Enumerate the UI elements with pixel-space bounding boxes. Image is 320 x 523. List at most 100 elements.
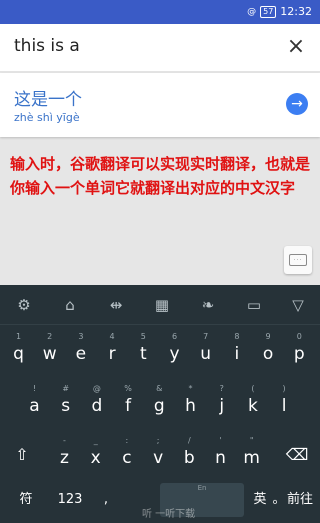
- key-k[interactable]: (k: [238, 381, 267, 425]
- keyboard-toolbar: ⚙ ⌂ ⇹ ▦ ❧ ▭ ▽: [0, 285, 320, 325]
- key-x[interactable]: _ x: [81, 433, 110, 477]
- status-icons: @ 57 12:32: [247, 5, 312, 19]
- key-sub-label: %: [124, 384, 132, 393]
- key-label: t: [139, 344, 147, 364]
- clock: 12:32: [280, 5, 312, 18]
- key-label: c: [122, 448, 132, 468]
- key-sub-label: -: [63, 436, 66, 445]
- key-o[interactable]: 9o: [254, 329, 283, 373]
- translation-result-card[interactable]: 这是一个 zhè shì yīgè →: [0, 73, 320, 137]
- key-sub-label: 6: [171, 332, 178, 341]
- shift-icon: ⇧: [15, 445, 29, 464]
- key-label: l: [281, 396, 287, 416]
- watermark: 听 一听下载: [142, 509, 196, 520]
- key-b[interactable]: / b: [175, 433, 204, 477]
- key-c[interactable]: :c: [112, 433, 141, 477]
- key-sub-label: 7: [203, 332, 209, 341]
- key-label: z: [60, 448, 69, 468]
- key-sub-label: ): [282, 384, 286, 393]
- key-sub-label: ?: [219, 384, 224, 393]
- key-d[interactable]: @ d: [82, 381, 111, 425]
- key-e[interactable]: 3e: [66, 329, 95, 373]
- pinyin-text: zhè shì yīgè: [14, 111, 80, 124]
- battery-icon: 57: [260, 6, 277, 18]
- key-sub-label: *: [188, 384, 193, 393]
- key-label: w: [42, 344, 57, 364]
- settings-icon[interactable]: ⚙: [12, 293, 36, 317]
- key-label: g: [153, 396, 165, 416]
- key-sub-label: 3: [78, 332, 84, 341]
- comment-icon[interactable]: ▭: [242, 293, 266, 317]
- comma-key[interactable]: ,: [94, 483, 118, 517]
- key-sub-label: :: [125, 436, 129, 445]
- key-w[interactable]: 2w: [35, 329, 64, 373]
- key-g[interactable]: & g: [145, 381, 174, 425]
- key-f[interactable]: % f: [114, 381, 143, 425]
- key-u[interactable]: 7u: [191, 329, 220, 373]
- key-label: p: [293, 344, 305, 364]
- key-label: d: [91, 396, 103, 416]
- keyboard-toggle-button[interactable]: ...: [284, 246, 312, 274]
- key-sub-label: ': [219, 436, 222, 445]
- key-j[interactable]: ? j: [207, 381, 236, 425]
- collapse-icon[interactable]: ▽: [286, 293, 310, 317]
- key-sub-label: !: [32, 384, 37, 393]
- key-h[interactable]: * h: [176, 381, 205, 425]
- translation-text: 这是一个: [14, 90, 82, 110]
- key-p[interactable]: 0p: [285, 329, 314, 373]
- key-sub-label: 1: [15, 332, 22, 341]
- key-label: m: [243, 448, 260, 468]
- key-l[interactable]: ) l: [270, 381, 299, 425]
- key-z[interactable]: -z: [50, 433, 79, 477]
- backspace-key[interactable]: ⌫: [279, 433, 315, 477]
- key-sub-label: 0: [296, 332, 302, 341]
- arrow-right-icon[interactable]: →: [286, 93, 308, 115]
- leaf-icon[interactable]: ❧: [196, 293, 220, 317]
- key-sub-label: /: [187, 436, 191, 445]
- keyboard: ⚙ ⌂ ⇹ ▦ ❧ ▭ ▽ 1 q 2 w 3 e 4 r 5 t 6 y 7 u 8 i 9 o 0 p! a # s @ d% f & g * h…: [0, 285, 320, 523]
- key-label: e: [75, 344, 87, 364]
- key-a[interactable]: ! a: [20, 381, 49, 425]
- cursor-icon[interactable]: ⇹: [104, 293, 128, 317]
- key-sub-label: ": [249, 436, 254, 445]
- key-label: s: [61, 396, 71, 416]
- backspace-icon: ⌫: [285, 445, 309, 464]
- key-i[interactable]: 8i: [222, 329, 251, 373]
- key-label: y: [169, 344, 180, 364]
- close-icon[interactable]: ×: [284, 35, 308, 59]
- key-q[interactable]: 1q: [4, 329, 33, 373]
- shift-key[interactable]: ⇧: [4, 433, 40, 477]
- key-label: n: [215, 448, 226, 468]
- english-key[interactable]: 英: [248, 483, 272, 517]
- status-bar: @ 57 12:32: [0, 0, 320, 24]
- source-input[interactable]: this is a: [14, 36, 80, 56]
- key-s[interactable]: # s: [51, 381, 80, 425]
- key-sub-label: &: [156, 384, 163, 393]
- number-key[interactable]: 123: [50, 483, 90, 517]
- key-r[interactable]: 4r: [98, 329, 127, 373]
- key-label: k: [247, 396, 258, 416]
- key-label: f: [125, 396, 132, 416]
- key-sub-label: #: [62, 384, 70, 393]
- key-sub-label: (: [251, 384, 255, 393]
- key-y[interactable]: 6y: [160, 329, 189, 373]
- key-sub-label: ;: [156, 436, 160, 445]
- key-sub-label: 2: [47, 332, 53, 341]
- source-input-card[interactable]: this is a ×: [0, 24, 320, 72]
- key-label: u: [200, 344, 212, 364]
- notification-icon: @: [247, 7, 257, 17]
- grid-icon[interactable]: ▦: [150, 293, 174, 317]
- theme-icon[interactable]: ⌂: [58, 293, 82, 317]
- key-m[interactable]: " m: [237, 433, 266, 477]
- key-label: j: [219, 396, 225, 416]
- key-n[interactable]: ' n: [206, 433, 235, 477]
- key-sub-label: 5: [140, 332, 146, 341]
- key-v[interactable]: ; v: [144, 433, 173, 477]
- symbol-key[interactable]: 符: [8, 483, 44, 517]
- key-label: q: [13, 344, 24, 364]
- key-sub-label: 9: [265, 332, 271, 341]
- key-label: x: [90, 448, 101, 468]
- key-label: a: [29, 396, 40, 416]
- key-t[interactable]: 5t: [129, 329, 158, 373]
- go-key[interactable]: 前往: [282, 483, 318, 517]
